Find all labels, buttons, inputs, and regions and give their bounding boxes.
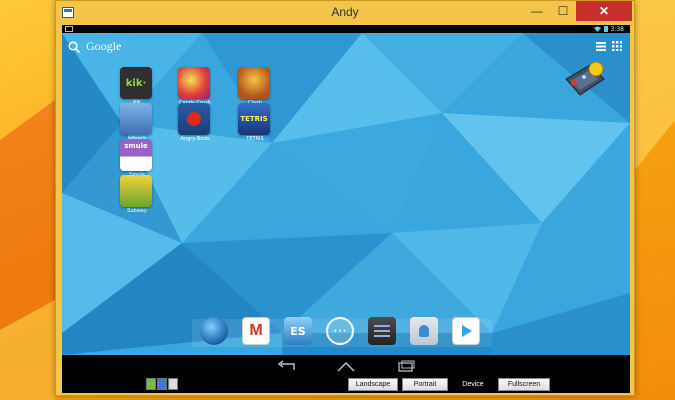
andy-mascot-icon[interactable] xyxy=(562,57,608,103)
portrait-button[interactable]: Portrait xyxy=(402,378,448,391)
globe-browser-icon[interactable] xyxy=(200,317,228,345)
device-button[interactable]: Device xyxy=(452,378,494,391)
settings-icon[interactable] xyxy=(368,317,396,345)
menu-tool-icon[interactable] xyxy=(168,378,178,390)
title-bar[interactable]: Andy — ☐ ✕ xyxy=(56,1,634,25)
landscape-button[interactable]: Landscape xyxy=(348,378,398,391)
app-label: Angry Birds xyxy=(180,136,210,142)
google-label: Google xyxy=(86,39,122,53)
contacts-icon[interactable] xyxy=(410,317,438,345)
search-icon xyxy=(68,40,80,53)
close-button[interactable]: ✕ xyxy=(576,1,632,21)
google-search-bar[interactable]: Google xyxy=(68,39,121,54)
menu-icon[interactable] xyxy=(596,41,606,51)
bottom-tool-icons xyxy=(146,378,178,390)
app-label: Subway xyxy=(127,208,147,214)
jetpack-icon xyxy=(120,103,152,135)
app-clash[interactable]: Clash xyxy=(238,67,272,107)
play-triangle-icon xyxy=(462,325,472,337)
android-tool-icon[interactable] xyxy=(146,378,156,390)
app-candy-crush[interactable]: Candy Crush xyxy=(178,67,212,107)
back-icon[interactable] xyxy=(276,360,296,372)
candy-crush-icon xyxy=(178,67,210,99)
app-drawer-icon[interactable]: ⋯ xyxy=(326,317,354,345)
app-smule[interactable]: smule Smule xyxy=(120,139,154,179)
android-status-bar: 3:38 xyxy=(62,25,630,33)
status-icons: 3:38 xyxy=(593,25,624,33)
andy-bottom-bar: Landscape Portrait Device Fullscreen xyxy=(62,377,630,393)
maximize-button[interactable]: ☐ xyxy=(550,1,576,21)
wifi-icon xyxy=(593,26,601,32)
apps-grid-icon[interactable] xyxy=(612,41,622,51)
fullscreen-button[interactable]: Fullscreen xyxy=(498,378,550,391)
notification-icon xyxy=(65,26,73,32)
top-right-icons xyxy=(596,41,622,51)
home-icon[interactable] xyxy=(336,360,356,372)
app-angry-birds[interactable]: Angry Birds xyxy=(178,103,212,143)
minimize-button[interactable]: — xyxy=(524,1,550,21)
android-nav-bar xyxy=(62,355,630,377)
app-jetpack[interactable]: Jetpack xyxy=(120,103,154,143)
app-label: TETRIS xyxy=(246,136,264,142)
es-file-explorer-icon[interactable]: ES xyxy=(284,317,312,345)
angry-birds-icon xyxy=(178,103,210,135)
app-kik[interactable]: kik· Kik xyxy=(120,67,154,107)
app-tetris[interactable]: TETRIS TETRIS xyxy=(238,103,272,143)
battery-icon xyxy=(603,26,608,32)
smule-piano-icon: smule xyxy=(120,139,152,171)
android-dock: M ES ⋯ xyxy=(200,317,480,345)
subway-surfers-icon xyxy=(120,175,152,207)
android-screen: 3:38 Google kik· Angry Birds TETRIS TETR… xyxy=(62,25,630,355)
clash-icon xyxy=(238,67,270,99)
rotate-tool-icon[interactable] xyxy=(157,378,167,390)
app-subway[interactable]: Subway xyxy=(120,175,154,215)
gmail-icon[interactable]: M xyxy=(242,317,270,345)
recent-apps-icon[interactable] xyxy=(396,360,416,372)
kik-icon: kik· xyxy=(120,67,152,99)
status-time: 3:38 xyxy=(610,25,624,33)
andy-window: Andy — ☐ ✕ 3:38 Google kik· Angry Birds … xyxy=(55,0,635,396)
tetris-icon: TETRIS xyxy=(238,103,270,135)
play-store-icon[interactable] xyxy=(452,317,480,345)
